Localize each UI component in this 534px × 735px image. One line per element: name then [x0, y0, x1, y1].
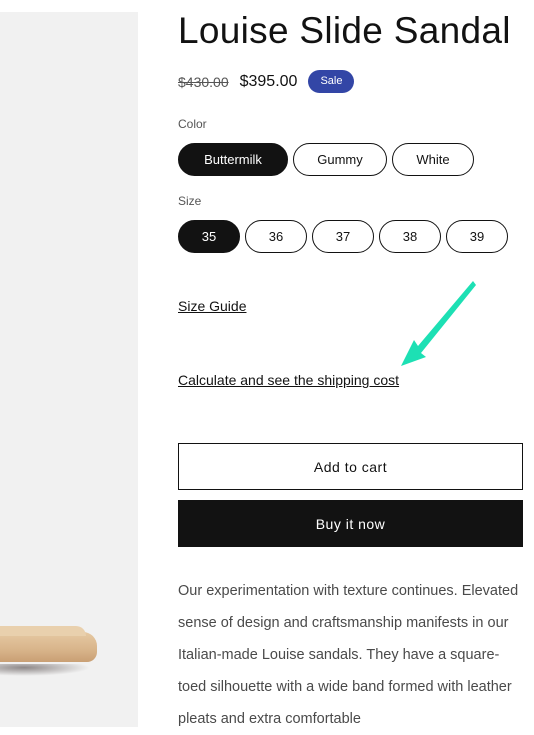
- sandal-footbed: [0, 626, 86, 636]
- size-guide-link[interactable]: Size Guide: [178, 298, 246, 314]
- product-description: Our experimentation with texture continu…: [178, 583, 519, 727]
- sale-price: $395.00: [239, 72, 298, 90]
- color-option-buttermilk[interactable]: Buttermilk: [178, 143, 288, 176]
- product-image[interactable]: [0, 12, 138, 727]
- size-option-37[interactable]: 37: [312, 220, 374, 253]
- color-options: Buttermilk Gummy White: [178, 143, 474, 176]
- sole-shadow: [0, 664, 90, 676]
- sandal-sole: [0, 632, 97, 662]
- price-row: $430.00 $395.00 Sale: [178, 70, 355, 93]
- product-title: Louise Slide Sandal: [178, 10, 511, 51]
- annotation-arrow-icon: [401, 281, 476, 366]
- sale-badge: Sale: [308, 70, 355, 93]
- size-options: 35 36 37 38 39: [178, 220, 508, 253]
- size-option-38[interactable]: 38: [379, 220, 441, 253]
- size-option-35[interactable]: 35: [178, 220, 240, 253]
- add-to-cart-button[interactable]: Add to cart: [178, 443, 523, 490]
- color-option-white[interactable]: White: [392, 143, 474, 176]
- compare-price: $430.00: [178, 73, 229, 90]
- size-option-39[interactable]: 39: [446, 220, 508, 253]
- shipping-calculator-link[interactable]: Calculate and see the shipping cost: [178, 372, 399, 388]
- color-label: Color: [178, 117, 207, 131]
- buy-it-now-button[interactable]: Buy it now: [178, 500, 523, 547]
- size-label: Size: [178, 194, 202, 208]
- size-option-36[interactable]: 36: [245, 220, 307, 253]
- color-option-gummy[interactable]: Gummy: [293, 143, 387, 176]
